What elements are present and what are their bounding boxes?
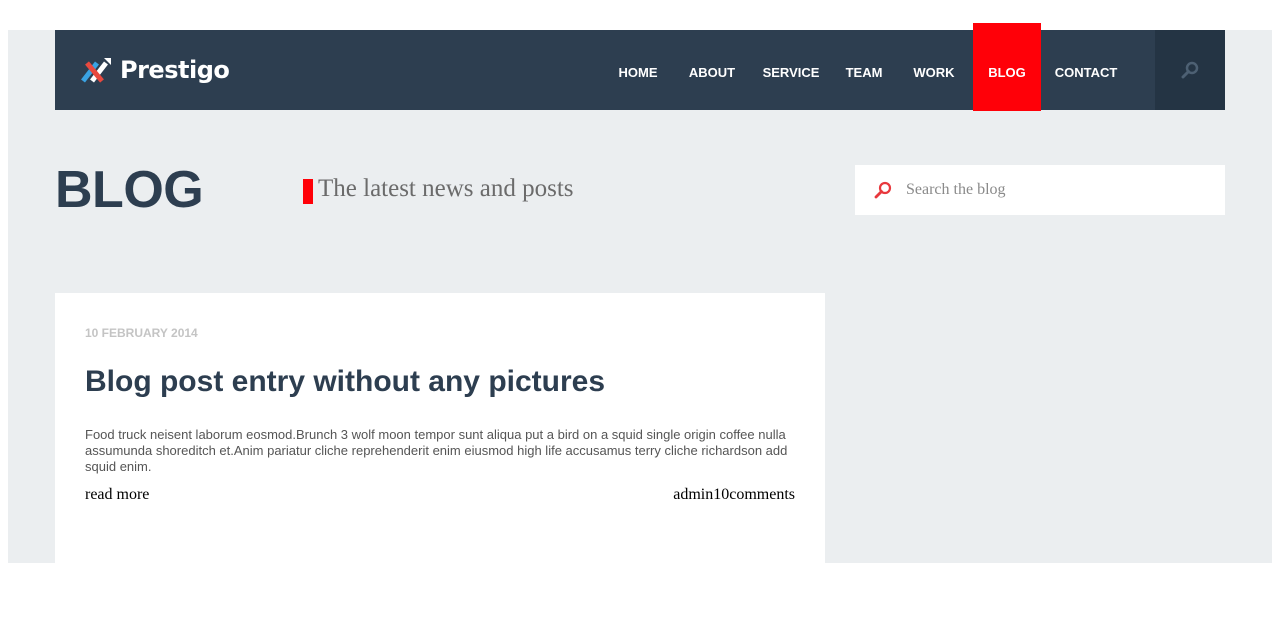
- brand-name: Prestigo: [120, 56, 230, 84]
- search-icon: [1181, 61, 1199, 79]
- post-title[interactable]: Blog post entry without any pictures: [85, 365, 605, 399]
- nav-item-home[interactable]: HOME: [609, 30, 667, 110]
- nav-item-about[interactable]: ABOUT: [683, 30, 741, 110]
- nav-item-blog[interactable]: BLOG: [973, 23, 1041, 111]
- nav-search-button[interactable]: [1155, 30, 1225, 110]
- search-icon: [874, 181, 892, 199]
- nav-item-contact[interactable]: CONTACT: [1053, 30, 1119, 110]
- post-meta: admin10comments: [673, 486, 795, 504]
- top-navbar: Prestigo HOME ABOUT SERVICE TEAM WORK BL…: [55, 23, 1225, 111]
- post-comments-link[interactable]: 10comments: [713, 486, 795, 503]
- page-title: BLOG: [55, 161, 204, 219]
- read-more-link[interactable]: read more: [85, 486, 149, 504]
- blog-search-input[interactable]: [904, 180, 1208, 200]
- nav-item-work[interactable]: WORK: [908, 30, 960, 110]
- logo[interactable]: Prestigo: [80, 52, 230, 88]
- blog-search: [855, 165, 1225, 215]
- blog-post-card: 10 FEBRUARY 2014 Blog post entry without…: [55, 293, 825, 563]
- nav-item-team[interactable]: TEAM: [838, 30, 890, 110]
- page-tagline: The latest news and posts: [318, 175, 574, 202]
- post-excerpt: Food truck neisent laborum eosmod.Brunch…: [85, 427, 788, 474]
- nav-item-service[interactable]: SERVICE: [762, 30, 820, 110]
- tagline-accent-bar: [303, 179, 313, 204]
- post-author-link[interactable]: admin: [673, 486, 713, 503]
- post-date: 10 FEBRUARY 2014: [85, 326, 198, 340]
- crossed-arrows-logo-icon: [81, 58, 111, 83]
